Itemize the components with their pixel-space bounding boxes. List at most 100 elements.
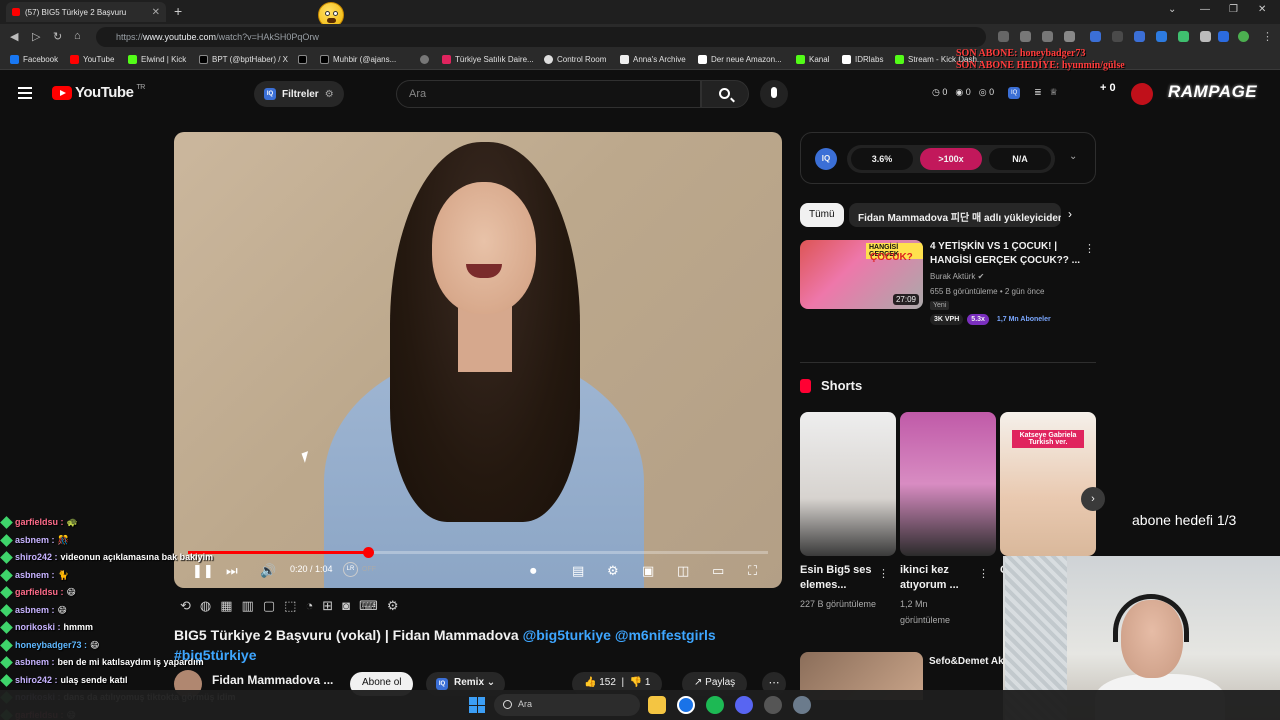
bookmark-muhbir[interactable]: Muhbir (@ajans...	[320, 55, 396, 64]
extension-light-icon[interactable]	[1200, 31, 1211, 42]
screenshot-icon[interactable]: ◙	[342, 598, 350, 614]
bookmark-bpt[interactable]: BPT (@bptHaber) / X	[199, 55, 288, 64]
recommended-title[interactable]: 4 YETİŞKİN VS 1 ÇOCUK! | HANGİSİ GERÇEK …	[930, 240, 1080, 268]
bookmark-x[interactable]	[298, 55, 311, 64]
progress-scrubber[interactable]	[362, 547, 374, 558]
new-tab-button[interactable]: +	[174, 3, 182, 19]
short-title[interactable]: ikinci kez atıyorum ...	[900, 563, 976, 593]
keyboard-icon[interactable]: ⌨	[359, 598, 378, 614]
shorts-icon	[800, 378, 811, 393]
extension-iq-icon[interactable]	[1134, 31, 1145, 42]
chevron-right-icon[interactable]: ›	[1068, 207, 1072, 221]
chip-all[interactable]: Tümü	[800, 203, 844, 227]
extension-green-icon[interactable]	[1178, 31, 1189, 42]
title-tag-link[interactable]: @m6nifestgirls	[615, 627, 716, 643]
minimize-button[interactable]: —	[1200, 4, 1210, 15]
title-tag-link[interactable]: @big5turkiye	[523, 627, 611, 643]
short-title[interactable]: Esin Big5 ses elemes...	[800, 563, 876, 593]
stat-value: 0	[942, 87, 948, 97]
more-options-icon[interactable]: ⋮	[1084, 242, 1095, 255]
extension-download-icon[interactable]	[998, 31, 1009, 42]
bookmark-star-icon[interactable]	[1064, 31, 1075, 42]
profile-avatar[interactable]	[1238, 31, 1249, 42]
tab-list-icon[interactable]: ⌄	[1168, 4, 1176, 15]
filters-button[interactable]: IQ Filtreler ⚙	[254, 81, 344, 107]
taskbar-search-input[interactable]: Ara	[494, 694, 640, 716]
short-more-icon[interactable]: ⋮	[978, 567, 989, 580]
lr-toggle-icon[interactable]: LR	[343, 562, 358, 577]
settings-gear-icon[interactable]: ⚙	[607, 563, 619, 579]
trophy-icon[interactable]: ♕	[1050, 87, 1058, 99]
bookmark-label: Facebook	[23, 55, 59, 64]
spotify-icon[interactable]	[706, 696, 724, 714]
fullscreen-button[interactable]: ⛶	[748, 563, 757, 579]
bookmark-elwind[interactable]: Elwind | Kick	[128, 55, 186, 64]
recommended-video[interactable]: HANGİSİ GERÇEK ÇOCUK? 27:09 4 YETİŞKİN V…	[800, 240, 1096, 330]
youtube-logo[interactable]: YouTube TR	[52, 84, 145, 101]
reload-button[interactable]: ↻	[53, 30, 62, 43]
iq-pill-percent[interactable]: 3.6%	[851, 148, 913, 170]
bookmark-facebook[interactable]: Facebook	[10, 55, 58, 64]
iq-pill-na[interactable]: N/A	[989, 148, 1051, 170]
search-input[interactable]: Ara	[396, 80, 701, 108]
extension-gray-icon[interactable]	[1112, 31, 1123, 42]
maximize-button[interactable]: ❐	[1229, 4, 1238, 15]
pip-button[interactable]: ◫	[677, 563, 689, 579]
home-button[interactable]: ⌂	[74, 30, 81, 42]
recommended-channel[interactable]: Burak Aktürk ✔	[930, 272, 984, 281]
create-button[interactable]: + 0	[1100, 82, 1116, 94]
bookmark-globe[interactable]	[420, 55, 433, 64]
extension-blue-icon[interactable]	[1090, 31, 1101, 42]
add-icon[interactable]: ⊞	[322, 598, 333, 614]
chrome-icon[interactable]	[677, 696, 695, 714]
voice-search-button[interactable]	[760, 80, 788, 108]
bookmark-annas-archive[interactable]: Anna's Archive	[620, 55, 686, 64]
iq-header-icon[interactable]: IQ	[1008, 87, 1021, 99]
search-button[interactable]	[701, 80, 749, 108]
rampage-logo-icon	[1131, 83, 1153, 105]
iq-pill-multiplier[interactable]: >100x	[920, 148, 982, 170]
forward-button[interactable]: ▷	[32, 30, 40, 43]
discord-icon[interactable]	[735, 696, 753, 714]
menu-icon[interactable]	[18, 87, 32, 99]
tab-close-icon[interactable]: ✕	[152, 7, 160, 18]
short-thumbnail-2[interactable]	[900, 412, 996, 556]
chip-uploader[interactable]: Fidan Mammadova 피단 매 adlı yükleyiciden	[849, 203, 1061, 227]
windows-start-icon[interactable]	[469, 697, 485, 713]
short-thumbnail-3[interactable]: Katseye Gabriela Turkish ver.	[1000, 412, 1096, 556]
short-more-icon[interactable]: ⋮	[878, 567, 889, 580]
section-divider	[800, 362, 1096, 363]
close-window-button[interactable]: ✕	[1258, 4, 1266, 15]
thumb-stat: ◎ 0	[978, 87, 995, 97]
chat-message: shiro242 : ulaş sende katıl	[0, 672, 322, 690]
bookmark-idrlabs[interactable]: IDRlabs	[842, 55, 883, 64]
tool-settings-icon[interactable]: ⚙	[387, 598, 399, 614]
list-icon[interactable]: ≣	[1034, 87, 1042, 99]
bookmark-satilik-daire[interactable]: Türkiye Satılık Daire...	[442, 55, 534, 64]
extension-puzzle-icon[interactable]	[1156, 31, 1167, 42]
sidebar-toggle-icon[interactable]	[1218, 31, 1229, 42]
autoplay-toggle[interactable]: ⏺	[530, 563, 537, 579]
file-explorer-icon[interactable]	[648, 696, 666, 714]
recommended-thumbnail[interactable]: HANGİSİ GERÇEK ÇOCUK? 27:09	[800, 240, 923, 309]
short-thumbnail-1[interactable]	[800, 412, 896, 556]
url-bar[interactable]: https://www.youtube.com/watch?v=HAkSH0Pq…	[96, 27, 986, 47]
bookmark-control-room[interactable]: Control Room	[544, 55, 606, 64]
shorts-next-button[interactable]: ›	[1081, 487, 1105, 511]
app-icon[interactable]	[764, 696, 782, 714]
chevron-down-icon[interactable]: ⌄	[1069, 151, 1077, 162]
bookmark-amazon[interactable]: Der neue Amazon...	[698, 55, 782, 64]
bookmark-youtube[interactable]: YouTube	[70, 55, 114, 64]
theater-mode-button[interactable]: ▭	[712, 563, 724, 579]
subtitles-button[interactable]: ▤	[572, 563, 584, 579]
miniplayer-button[interactable]: ▣	[642, 563, 654, 579]
bookmark-label: Muhbir (@ajans...	[333, 55, 397, 64]
bookmark-kanal[interactable]: Kanal	[796, 55, 829, 64]
browser-tab-active[interactable]: (57) BIG5 Türkiye 2 Başvuru ✕	[6, 2, 166, 22]
browser-menu-icon[interactable]: ⋮	[1262, 30, 1273, 43]
back-button[interactable]: ◀	[10, 30, 18, 43]
settings-app-icon[interactable]	[793, 696, 811, 714]
extension-share-icon[interactable]	[1042, 31, 1053, 42]
recommended-title-2[interactable]: Sefo&Demet Akalın Dur(slowed+reverb)	[929, 655, 1009, 669]
extension-zoom-icon[interactable]	[1020, 31, 1031, 42]
